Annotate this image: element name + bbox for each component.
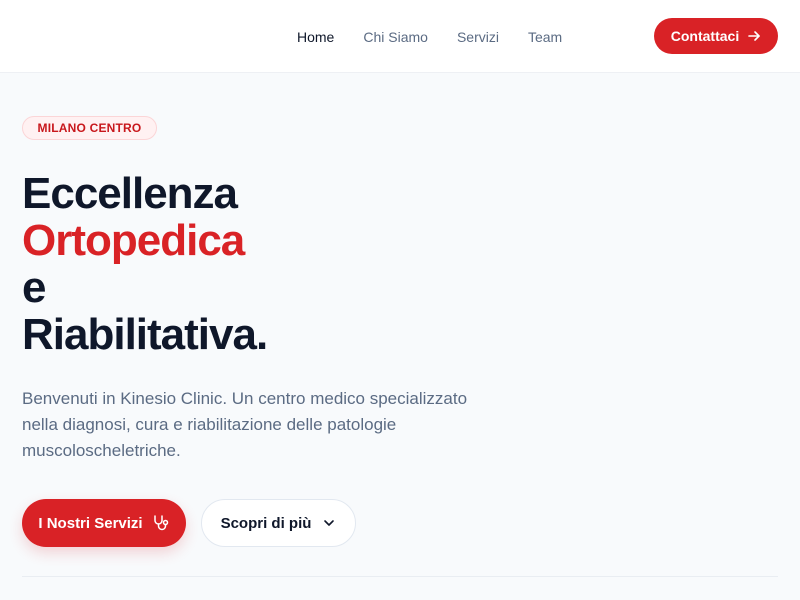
hero-title: Eccellenza Ortopedica e Riabilitativa.	[22, 169, 268, 359]
hero-title-line-3: e	[22, 263, 46, 312]
hero-title-line-4: Riabilitativa.	[22, 310, 268, 359]
hero-title-accent: Ortopedica	[22, 216, 245, 265]
site-header: Home Chi Siamo Servizi Team Contattaci	[0, 0, 800, 73]
services-button-label: I Nostri Servizi	[38, 514, 143, 532]
stethoscope-icon	[152, 514, 170, 532]
discover-more-label: Scopri di più	[220, 514, 312, 532]
hero-description: Benvenuti in Kinesio Clinic. Un centro m…	[22, 389, 468, 460]
services-button[interactable]: I Nostri Servizi	[22, 499, 186, 547]
location-badge: MILANO CENTRO	[22, 116, 157, 140]
section-divider	[22, 576, 778, 577]
main-nav: Home Chi Siamo Servizi Team	[297, 29, 562, 46]
contact-button-label: Contattaci	[670, 28, 740, 44]
nav-item-team[interactable]: Team	[528, 29, 562, 46]
hero-title-line-1: Eccellenza	[22, 169, 238, 218]
nav-item-home[interactable]: Home	[297, 29, 334, 46]
chevron-down-icon	[322, 516, 336, 530]
nav-item-servizi[interactable]: Servizi	[457, 29, 499, 46]
nav-item-chi-siamo[interactable]: Chi Siamo	[363, 29, 428, 46]
arrow-right-icon	[747, 29, 761, 43]
contact-button[interactable]: Contattaci	[654, 18, 778, 54]
discover-more-button[interactable]: Scopri di più	[201, 499, 356, 547]
